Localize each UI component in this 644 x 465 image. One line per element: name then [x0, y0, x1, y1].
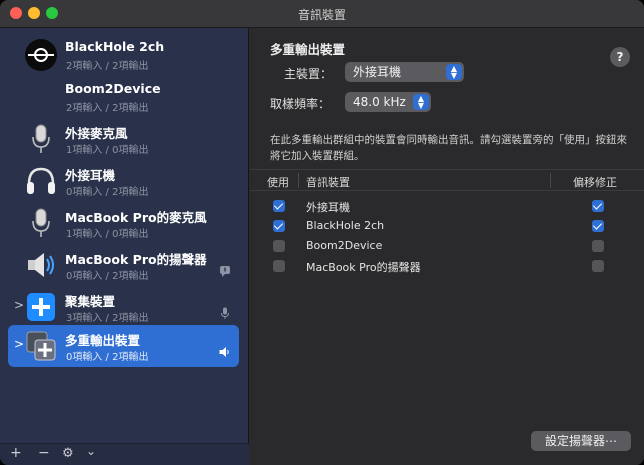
drift-correction-checkbox[interactable]: [592, 260, 604, 272]
primary-device-label: 主裝置：: [284, 67, 333, 81]
device-io-count: 1項輸入 / 0項輸出: [66, 229, 149, 240]
multi-output-icon: [26, 331, 56, 361]
add-device-button[interactable]: +: [10, 445, 22, 461]
chevron-down-icon[interactable]: ⌄: [86, 444, 96, 458]
table-row: MacBook Pro的揚聲器: [250, 257, 644, 277]
row-device-name: BlackHole 2ch: [306, 219, 385, 232]
device-item-external-mic[interactable]: 外接麥克風 1項輸入 / 0項輸出: [8, 118, 239, 160]
table-row: 外接耳機: [250, 197, 644, 217]
device-item-macbook-speakers[interactable]: MacBook Pro的揚聲器 0項輸入 / 2項輸出: [8, 244, 239, 286]
column-divider: [550, 173, 551, 188]
page-title: 多重輸出裝置: [270, 42, 346, 57]
primary-device-select[interactable]: 外接耳機 ▲ ▼: [345, 62, 464, 82]
device-item-multi-output[interactable]: > 多重輸出裝置 0項輸入 / 2項輸出: [8, 325, 239, 367]
device-item-external-headphones[interactable]: 外接耳機 0項輸入 / 2項輸出: [8, 160, 239, 202]
device-io-count: 1項輸入 / 0項輸出: [66, 145, 149, 156]
remove-device-button[interactable]: −: [38, 445, 50, 461]
sample-rate-label: 取樣頻率：: [270, 97, 331, 111]
updown-arrows-icon: ▲ ▼: [446, 64, 462, 80]
table-header: 使用 音訊裝置 偏移修正: [250, 169, 644, 191]
drift-correction-checkbox[interactable]: [592, 240, 604, 252]
row-device-name: 外接耳機: [306, 201, 350, 214]
column-header-drift-correction[interactable]: 偏移修正: [573, 174, 617, 190]
description-text: 在此多重輸出群組中的裝置會同時輸出音訊。請勾選裝置旁的「使用」按鈕來將它加入裝置…: [270, 134, 627, 162]
disclosure-chevron-icon[interactable]: >: [14, 298, 24, 312]
column-header-use[interactable]: 使用: [267, 174, 289, 190]
device-name: Boom2Device: [65, 81, 161, 96]
device-name: 聚集裝置: [65, 294, 116, 309]
use-checkbox[interactable]: [273, 220, 285, 232]
volume-small-icon: [219, 347, 229, 357]
device-io-count: 2項輸入 / 2項輸出: [66, 103, 149, 114]
device-item-blackhole[interactable]: BlackHole 2ch 2項輸入 / 2項輸出: [8, 34, 239, 76]
device-sidebar: BlackHole 2ch 2項輸入 / 2項輸出 Boom2Device 2項…: [0, 28, 249, 465]
headphones-icon: [27, 167, 55, 194]
device-item-macbook-mic[interactable]: MacBook Pro的麥克風 1項輸入 / 0項輸出: [8, 202, 239, 244]
window-title: 音訊裝置: [297, 8, 346, 22]
row-device-name: Boom2Device: [306, 239, 383, 252]
blackhole-icon: [25, 39, 57, 71]
device-io-count: 2項輸入 / 2項輸出: [66, 61, 149, 72]
device-io-count: 0項輸入 / 2項輸出: [66, 187, 149, 198]
speaker-icon: [28, 253, 54, 277]
aggregate-plus-icon: [27, 293, 55, 321]
device-name: 多重輸出裝置: [65, 333, 141, 348]
drift-correction-checkbox[interactable]: [592, 200, 604, 212]
table-row: Boom2Device: [250, 237, 644, 257]
use-checkbox[interactable]: [273, 240, 285, 252]
microphone-icon: [32, 124, 50, 153]
title-bar: 音訊裝置: [0, 0, 644, 28]
configure-speakers-button[interactable]: 設定揚聲器⋯: [531, 431, 631, 451]
use-checkbox[interactable]: [273, 200, 285, 212]
sidebar-toolbar: + − ⚙ ⌄: [0, 443, 249, 465]
use-checkbox[interactable]: [273, 260, 285, 272]
device-name: 外接麥克風: [65, 126, 128, 141]
device-name: BlackHole 2ch: [65, 39, 165, 54]
sample-rate-value: 48.0 kHz: [353, 95, 406, 109]
drift-correction-checkbox[interactable]: [592, 220, 604, 232]
device-io-count: 0項輸入 / 2項輸出: [66, 271, 149, 282]
device-io-count: 0項輸入 / 2項輸出: [66, 352, 149, 363]
column-divider: [298, 173, 299, 188]
gear-icon[interactable]: ⚙: [62, 446, 74, 461]
row-device-name: MacBook Pro的揚聲器: [306, 261, 421, 274]
device-item-boom2device[interactable]: Boom2Device 2項輸入 / 2項輸出: [8, 76, 239, 118]
audio-midi-window: 音訊裝置 BlackHole 2ch 2項輸入 / 2項輸出 Boom2Devi…: [0, 0, 644, 465]
sample-rate-select[interactable]: 48.0 kHz ▲ ▼: [345, 92, 431, 112]
device-name: MacBook Pro的揚聲器: [65, 252, 207, 267]
column-header-device[interactable]: 音訊裝置: [306, 174, 350, 190]
primary-device-value: 外接耳機: [353, 65, 402, 79]
microphone-icon: [32, 208, 50, 237]
device-io-count: 3項輸入 / 2項輸出: [66, 313, 149, 324]
updown-arrows-icon: ▲ ▼: [413, 94, 429, 110]
table-row: BlackHole 2ch: [250, 217, 644, 237]
mic-small-icon: [221, 307, 229, 319]
disclosure-chevron-icon[interactable]: >: [14, 337, 24, 351]
help-button[interactable]: ?: [610, 47, 630, 67]
alert-bubble-icon: [220, 266, 230, 277]
device-item-aggregate[interactable]: > 聚集裝置 3項輸入 / 2項輸出: [8, 286, 239, 328]
device-detail-panel: 多重輸出裝置 ? 主裝置： 外接耳機 ▲ ▼ 取樣頻率： 48.0 kHz ▲ ▼ …: [250, 28, 644, 465]
device-name: 外接耳機: [65, 168, 116, 183]
device-name: MacBook Pro的麥克風: [65, 210, 207, 225]
